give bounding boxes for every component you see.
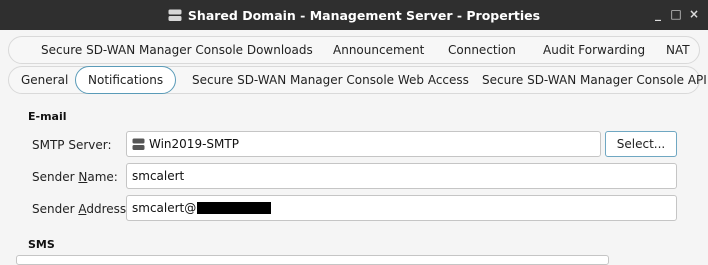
- minimize-icon[interactable]: _: [652, 7, 664, 21]
- tab-connection[interactable]: Connection: [448, 37, 516, 63]
- close-icon[interactable]: ×: [688, 7, 700, 21]
- tab-console-api[interactable]: Secure SD-WAN Manager Console API: [482, 67, 707, 93]
- smtp-server-value: Win2019-SMTP: [149, 137, 239, 151]
- sms-field[interactable]: [16, 255, 609, 265]
- tab-audit-forwarding[interactable]: Audit Forwarding: [543, 37, 645, 63]
- tab-nat[interactable]: NAT: [666, 37, 690, 63]
- sender-name-label: Sender Name:: [32, 170, 118, 184]
- sender-address-value: smcalert@: [132, 201, 197, 215]
- tab-console-downloads[interactable]: Secure SD-WAN Manager Console Downloads: [41, 37, 313, 63]
- redaction-bar: [197, 202, 272, 214]
- sender-name-value: smcalert: [132, 169, 185, 183]
- sender-address-label: Sender Address:: [32, 202, 131, 216]
- tab-console-web-access[interactable]: Secure SD-WAN Manager Console Web Access: [192, 67, 469, 93]
- server-icon: [168, 9, 182, 21]
- tab-notifications[interactable]: Notifications: [75, 66, 177, 94]
- maximize-icon[interactable]: □: [670, 7, 682, 21]
- sms-section-title: SMS: [28, 238, 55, 251]
- smtp-server-field[interactable]: Win2019-SMTP: [126, 131, 601, 157]
- sender-name-field[interactable]: smcalert: [126, 163, 677, 189]
- server-icon: [132, 138, 145, 150]
- tab-general[interactable]: General: [21, 67, 68, 93]
- tab-row-2: General Notifications Secure SD-WAN Mana…: [8, 66, 707, 94]
- window-title: Shared Domain - Management Server - Prop…: [187, 7, 541, 23]
- tab-row-1: Secure SD-WAN Manager Console Downloads …: [8, 36, 700, 64]
- window-titlebar: Shared Domain - Management Server - Prop…: [0, 0, 708, 30]
- smtp-server-label: SMTP Server:: [32, 138, 112, 152]
- select-smtp-button[interactable]: Select...: [605, 131, 677, 157]
- sender-address-field[interactable]: smcalert@: [126, 195, 677, 221]
- tab-announcement[interactable]: Announcement: [333, 37, 424, 63]
- email-section-title: E-mail: [28, 110, 67, 123]
